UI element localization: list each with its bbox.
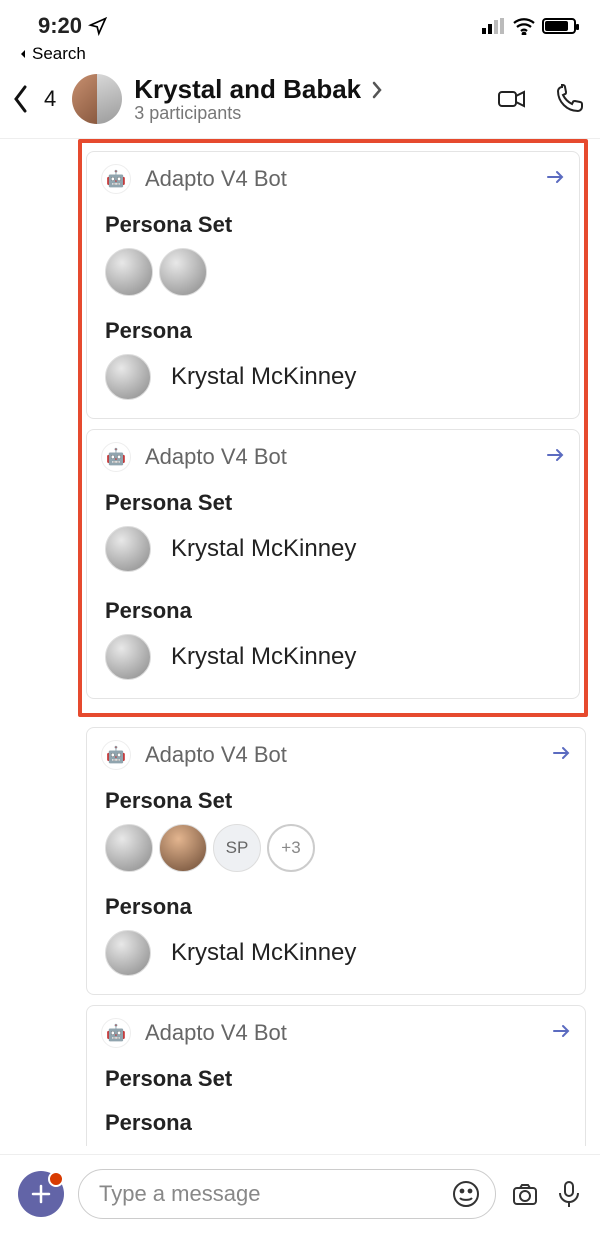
message-placeholder: Type a message bbox=[99, 1181, 441, 1207]
cards-area: 🤖 Adapto V4 Bot Persona Set SP +3 Person… bbox=[0, 723, 600, 1146]
microphone-icon[interactable] bbox=[554, 1179, 584, 1209]
arrow-right-icon bbox=[545, 167, 565, 187]
avatar bbox=[105, 634, 151, 680]
audio-call-icon[interactable] bbox=[554, 83, 586, 115]
phone-status-bar: 9:20 bbox=[0, 0, 600, 44]
chat-subtitle: 3 participants bbox=[134, 103, 486, 124]
back-button[interactable]: 4 bbox=[12, 84, 56, 114]
bot-name: Adapto V4 Bot bbox=[145, 444, 531, 470]
avatar[interactable] bbox=[105, 824, 153, 872]
unread-count: 4 bbox=[44, 86, 56, 112]
persona-set-row[interactable]: Krystal McKinney bbox=[87, 526, 579, 590]
avatar-chip[interactable]: SP bbox=[213, 824, 261, 872]
wifi-icon bbox=[512, 17, 536, 35]
chat-header: 4 Krystal and Babak 3 participants bbox=[0, 68, 600, 139]
chat-title-block[interactable]: Krystal and Babak 3 participants bbox=[134, 74, 486, 124]
avatar bbox=[105, 526, 151, 572]
avatar-overflow-chip[interactable]: +3 bbox=[267, 824, 315, 872]
open-card-button[interactable] bbox=[545, 445, 565, 470]
persona-row[interactable]: Krystal McKinney bbox=[87, 634, 579, 698]
bot-card: 🤖 Adapto V4 Bot Persona Set Krystal McKi… bbox=[86, 429, 580, 699]
group-avatar[interactable] bbox=[72, 74, 122, 124]
location-icon bbox=[88, 16, 108, 36]
persona-label: Persona bbox=[87, 1102, 585, 1146]
persona-label: Persona bbox=[87, 310, 579, 354]
avatar bbox=[105, 930, 151, 976]
chevron-right-icon bbox=[371, 81, 383, 99]
arrow-right-icon bbox=[551, 1021, 571, 1041]
plus-icon bbox=[30, 1183, 52, 1205]
open-card-button[interactable] bbox=[551, 743, 571, 768]
bot-card: 🤖 Adapto V4 Bot Persona Set SP +3 Person… bbox=[86, 727, 586, 995]
emoji-icon[interactable] bbox=[451, 1179, 481, 1209]
chat-title: Krystal and Babak bbox=[134, 74, 361, 105]
persona-set-label: Persona Set bbox=[87, 780, 585, 824]
bot-avatar-icon: 🤖 bbox=[101, 1018, 131, 1048]
bot-avatar-icon: 🤖 bbox=[101, 442, 131, 472]
highlight-box: 🤖 Adapto V4 Bot Persona Set Persona Krys… bbox=[78, 139, 588, 717]
back-to-search[interactable]: Search bbox=[0, 44, 600, 68]
persona-set-label: Persona Set bbox=[87, 204, 579, 248]
arrow-right-icon bbox=[545, 445, 565, 465]
persona-set-name: Krystal McKinney bbox=[171, 535, 356, 563]
persona-label: Persona bbox=[87, 886, 585, 930]
bot-name: Adapto V4 Bot bbox=[145, 1020, 537, 1046]
bot-avatar-icon: 🤖 bbox=[101, 164, 131, 194]
video-call-icon[interactable] bbox=[496, 83, 528, 115]
bot-name: Adapto V4 Bot bbox=[145, 166, 531, 192]
arrow-right-icon bbox=[551, 743, 571, 763]
back-search-label: Search bbox=[32, 44, 86, 64]
camera-icon[interactable] bbox=[510, 1179, 540, 1209]
persona-set-avatars: SP +3 bbox=[87, 824, 585, 886]
persona-name: Krystal McKinney bbox=[171, 939, 356, 967]
chevron-left-icon bbox=[12, 84, 30, 114]
battery-icon bbox=[542, 18, 576, 34]
persona-name: Krystal McKinney bbox=[171, 363, 356, 391]
cell-signal-icon bbox=[482, 18, 506, 34]
persona-set-label: Persona Set bbox=[87, 1058, 585, 1102]
persona-name: Krystal McKinney bbox=[171, 643, 356, 671]
bot-avatar-icon: 🤖 bbox=[101, 740, 131, 770]
persona-row[interactable]: Krystal McKinney bbox=[87, 930, 585, 994]
open-card-button[interactable] bbox=[545, 167, 565, 192]
bot-name: Adapto V4 Bot bbox=[145, 742, 537, 768]
open-card-button[interactable] bbox=[551, 1021, 571, 1046]
status-time: 9:20 bbox=[38, 13, 82, 39]
persona-row[interactable]: Krystal McKinney bbox=[87, 354, 579, 418]
add-attachment-button[interactable] bbox=[18, 1171, 64, 1217]
avatar bbox=[105, 354, 151, 400]
message-input[interactable]: Type a message bbox=[78, 1169, 496, 1219]
back-caret-icon bbox=[18, 49, 28, 59]
bot-card: 🤖 Adapto V4 Bot Persona Set Persona bbox=[86, 1005, 586, 1146]
avatar[interactable] bbox=[159, 824, 207, 872]
message-composer: Type a message bbox=[0, 1154, 600, 1247]
avatar[interactable] bbox=[105, 248, 153, 296]
persona-set-label: Persona Set bbox=[87, 482, 579, 526]
persona-label: Persona bbox=[87, 590, 579, 634]
bot-card: 🤖 Adapto V4 Bot Persona Set Persona Krys… bbox=[86, 151, 580, 419]
persona-set-avatars bbox=[87, 248, 579, 310]
avatar[interactable] bbox=[159, 248, 207, 296]
